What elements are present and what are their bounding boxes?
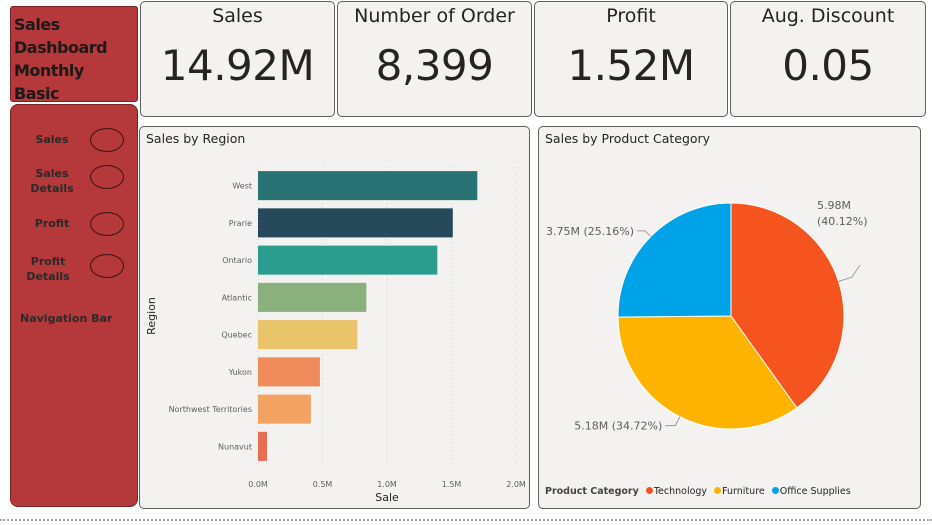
bar-northwest-territories [258,394,311,424]
legend-dot [714,487,722,494]
kpi-title: Aug. Discount [761,5,895,27]
kpi-title: Number of Order [354,5,515,27]
nav-item-profit[interactable]: Profit [11,209,139,239]
kpi-value: 0.05 [782,41,874,90]
page-bottom-border [0,519,932,521]
nav-item-label: Profit [34,217,70,230]
x-tick-label: 1.5M [442,480,462,489]
nav-circle-button[interactable] [90,165,124,189]
nav-circle-button[interactable] [90,212,124,236]
legend-title: Product Category [545,486,639,497]
y-tick-label: West [232,182,252,191]
kpi-value: 8,399 [375,41,494,90]
sales-by-category-chart: 5.98M (40.12%) 5.18M (34.72%) 3.75M (25.16%… [546,199,868,433]
bar-ontario [258,245,438,275]
x-tick-label: 1.0M [377,480,397,489]
navigation-bar-caption: Navigation Bar [20,312,113,325]
nav-item-label: Profit [30,255,66,268]
legend-item: Furniture [722,486,765,497]
bar-yukon [258,357,320,387]
sales-by-category-panel: Sales by Product Category 5.98M (40.12%) 5… [538,126,921,509]
leader-line [665,416,681,427]
x-tick-label: 2.0M [506,480,526,489]
y-tick-label: Nunavut [218,442,252,451]
nav-item-sales[interactable]: Sales [11,125,139,155]
kpi-title: Sales [212,5,263,27]
kpi-value: 1.52M [567,41,695,90]
y-tick-label: Quebec [221,331,252,340]
dashboard-title-line: Dashboard [14,38,108,57]
bar-west [258,171,478,201]
pie-slice-office-supplies [617,202,732,318]
data-label: (40.12%) [817,215,868,228]
nav-item-label: Sales [35,133,69,146]
kpi-card-number-of-order: Number of Order 8,399 [337,1,532,117]
nav-item-sales-details[interactable]: Sales Details [11,165,139,201]
y-tick-label: Yukon [228,368,252,377]
nav-circle-button[interactable] [90,128,124,152]
x-tick-label: 0.5M [313,480,333,489]
nav-item-label: Details [30,182,74,195]
legend-item: Office Supplies [779,486,851,497]
leader-line [838,264,861,282]
sales-by-region-panel: Sales by Region 0.0M 0.5M 1.0M 1.5M 2.0M West… [139,126,530,509]
dashboard-title-line: Monthly Basic [14,61,84,103]
kpi-card-sales: Sales 14.92M [140,1,335,117]
bar-nunavut [258,431,268,461]
bar-atlantic [258,282,367,312]
nav-item-label: Details [26,270,70,283]
data-label: 5.18M (34.72%) [574,420,662,433]
bar-quebec [258,320,358,350]
nav-item-label: Sales [35,167,69,180]
legend-dot [645,487,653,494]
y-tick-label: Prarie [229,219,252,228]
y-axis-label: Region [145,297,158,335]
leader-line [637,230,652,237]
kpi-card-profit: Profit 1.52M [534,1,728,117]
x-tick-label: 0.0M [248,480,268,489]
nav-item-profit-details[interactable]: Profit Details [11,253,139,289]
chart-legend: Product Category Technology Furniture Of… [545,486,851,497]
navigation-bar: Sales Sales Details Profit Profit Detail… [10,104,138,507]
kpi-card-avg-discount: Aug. Discount 0.05 [730,1,926,117]
sales-by-region-chart: 0.0M 0.5M 1.0M 1.5M 2.0M West Prarie Ontario Atl… [145,167,526,504]
kpi-value: 14.92M [160,41,315,90]
dashboard-title-tile: Sales Dashboard Monthly Basic [10,6,138,103]
nav-circle-button[interactable] [90,254,124,278]
data-label: 3.75M (25.16%) [546,225,634,238]
bar-prarie [258,208,453,238]
y-tick-label: Northwest Territories [169,405,252,414]
y-tick-label: Ontario [222,256,252,265]
y-tick-label: Atlantic [222,293,252,302]
dashboard-title-line: Sales [14,15,60,34]
legend-dot [771,487,779,494]
legend-item: Technology [653,486,708,497]
kpi-title: Profit [606,5,656,27]
x-axis-label: Sale [375,491,399,504]
data-label: 5.98M [817,199,851,212]
